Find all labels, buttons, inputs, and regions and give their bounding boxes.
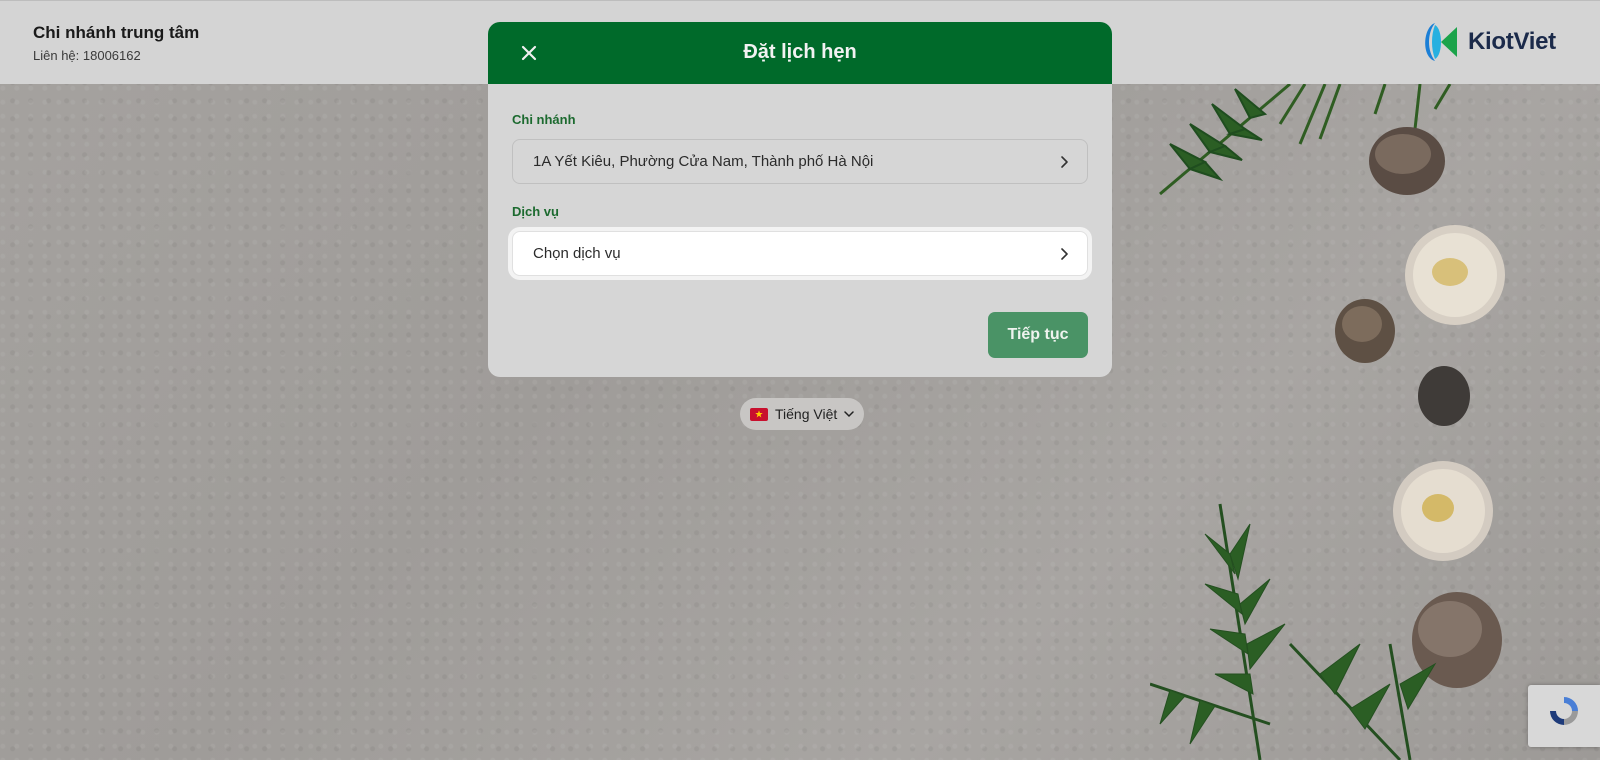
service-placeholder: Chọn dịch vụ [533,245,621,262]
kiotviet-logo[interactable]: KiotViet [1421,21,1556,63]
recaptcha-icon [1550,697,1578,725]
chevron-right-icon [1061,156,1068,168]
continue-button[interactable]: Tiếp tục [988,312,1088,358]
branch-select[interactable]: 1A Yết Kiêu, Phường Cửa Nam, Thành phố H… [512,139,1088,184]
chevron-right-icon [1061,248,1068,260]
modal-header: Đặt lịch hẹn [488,22,1112,84]
language-label: Tiếng Việt [775,406,838,422]
recaptcha-badge[interactable] [1528,685,1600,747]
service-label: Dịch vụ [512,204,559,219]
appointment-modal: Đặt lịch hẹn Chi nhánh 1A Yết Kiêu, Phườ… [488,22,1112,377]
modal-title: Đặt lịch hẹn [743,41,857,63]
kiotviet-logo-icon [1425,23,1457,61]
branch-name: Chi nhánh trung tâm [33,23,200,42]
vietnam-flag-icon [750,407,768,421]
branch-value: 1A Yết Kiêu, Phường Cửa Nam, Thành phố H… [533,153,874,170]
chevron-down-icon [844,411,855,418]
contact-phone: Liên hệ: 18006162 [33,48,141,63]
logo-text: KiotViet [1468,28,1556,55]
branch-label: Chi nhánh [512,112,576,127]
service-select[interactable]: Chọn dịch vụ [512,231,1088,276]
decorative-spa-image [1150,84,1505,760]
language-selector[interactable]: Tiếng Việt [740,398,865,430]
